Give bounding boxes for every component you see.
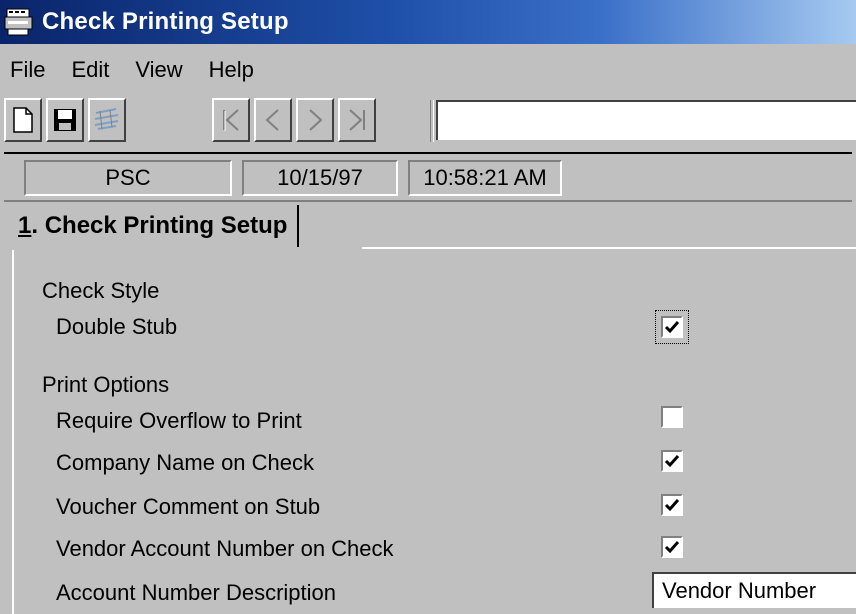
require-overflow-checkbox[interactable] bbox=[661, 406, 683, 428]
title-bar[interactable]: Check Printing Setup bbox=[0, 0, 856, 44]
double-stub-label: Double Stub bbox=[56, 314, 178, 339]
checkmark-icon bbox=[664, 499, 680, 512]
toolbar-gap bbox=[130, 98, 136, 142]
status-date: 10/15/97 bbox=[242, 160, 398, 196]
previous-record-icon bbox=[265, 109, 279, 131]
print-options-heading: Print Options bbox=[42, 372, 170, 397]
tab-strip: 1. Check Printing Setup bbox=[0, 205, 856, 251]
tab-label: . Check Printing Setup bbox=[31, 212, 288, 239]
account-desc-input[interactable]: Vendor Number bbox=[652, 572, 856, 608]
company-name-checkbox[interactable] bbox=[661, 450, 683, 472]
new-document-icon bbox=[13, 107, 33, 133]
last-record-button[interactable] bbox=[338, 98, 376, 142]
voucher-comment-checkbox[interactable] bbox=[661, 494, 683, 516]
status-bar: PSC 10/15/97 10:58:21 AM bbox=[4, 152, 852, 202]
toolbar-separator bbox=[430, 100, 434, 142]
toolbar bbox=[0, 96, 856, 148]
tab-baseline bbox=[362, 247, 856, 249]
form-icon bbox=[94, 108, 119, 130]
first-record-button[interactable] bbox=[212, 98, 250, 142]
next-record-icon bbox=[309, 109, 323, 131]
vendor-account-checkbox[interactable] bbox=[661, 536, 683, 558]
company-name-label: Company Name on Check bbox=[56, 450, 315, 475]
record-search-input[interactable] bbox=[436, 100, 856, 140]
menu-view[interactable]: View bbox=[123, 57, 196, 83]
account-desc-label: Account Number Description bbox=[56, 580, 337, 605]
window-title: Check Printing Setup bbox=[42, 8, 289, 35]
status-company: PSC bbox=[24, 160, 232, 196]
new-document-button[interactable] bbox=[4, 98, 42, 142]
double-stub-checkbox[interactable] bbox=[661, 316, 683, 338]
menu-file[interactable]: File bbox=[0, 57, 59, 83]
checkmark-icon bbox=[664, 321, 680, 334]
previous-record-button[interactable] bbox=[254, 98, 292, 142]
save-disk-icon bbox=[54, 109, 76, 131]
checkmark-icon bbox=[664, 541, 680, 554]
checkmark-icon bbox=[664, 455, 680, 468]
check-style-heading: Check Style bbox=[42, 278, 160, 303]
menu-help[interactable]: Help bbox=[197, 57, 268, 83]
next-record-button[interactable] bbox=[296, 98, 334, 142]
status-time: 10:58:21 AM bbox=[408, 160, 562, 196]
menu-bar: File Edit View Help bbox=[0, 52, 856, 88]
save-button[interactable] bbox=[46, 98, 84, 142]
require-overflow-label: Require Overflow to Print bbox=[56, 408, 302, 433]
first-record-icon bbox=[223, 109, 239, 131]
check-printer-icon[interactable] bbox=[4, 7, 34, 37]
tab-hotkey: 1 bbox=[18, 212, 32, 239]
voucher-comment-label: Voucher Comment on Stub bbox=[56, 494, 321, 519]
menu-edit[interactable]: Edit bbox=[59, 57, 123, 83]
form-button[interactable] bbox=[88, 98, 126, 142]
last-record-icon bbox=[349, 109, 365, 131]
tab-check-printing-setup[interactable]: 1. Check Printing Setup bbox=[6, 205, 300, 247]
vendor-account-label: Vendor Account Number on Check bbox=[56, 536, 394, 561]
